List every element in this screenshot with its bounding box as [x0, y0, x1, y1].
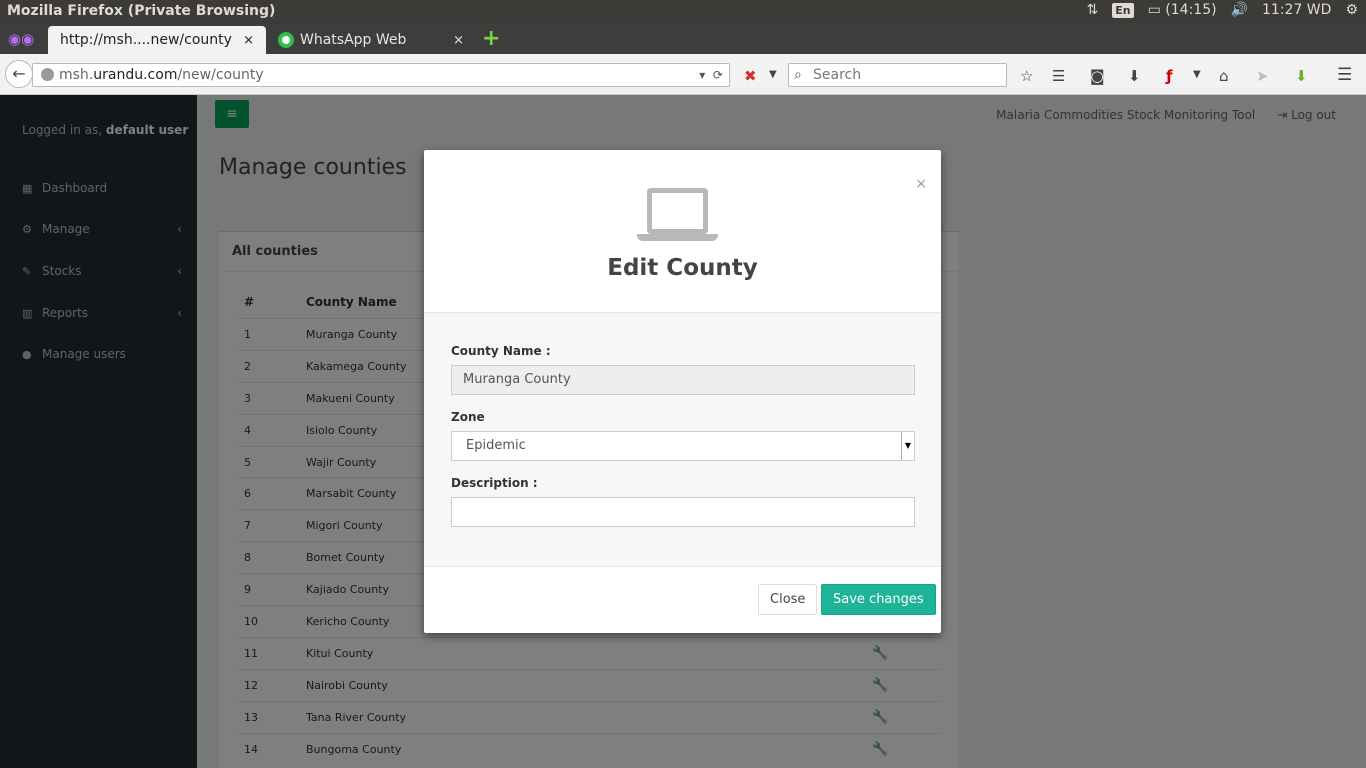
download-helper-icon[interactable]: ⬇: [1295, 67, 1308, 85]
battery-time: (14:15): [1165, 2, 1217, 18]
addon-dropdown-icon[interactable]: ▼: [769, 69, 777, 80]
addon-blocker-icon[interactable]: ✖: [744, 67, 757, 85]
window-title: Mozilla Firefox (Private Browsing): [7, 3, 276, 19]
share-icon[interactable]: ➤: [1256, 67, 1269, 85]
zone-label: Zone: [451, 410, 485, 424]
settings-gear-icon[interactable]: ⚙: [1345, 2, 1358, 18]
url-dropdown-reload-icons[interactable]: ▾ ⟳: [699, 64, 723, 86]
menu-hamburger-icon[interactable]: ☰: [1337, 65, 1352, 85]
description-field[interactable]: [451, 497, 915, 527]
tab-close-icon[interactable]: ×: [243, 33, 254, 48]
laptop-icon: [637, 188, 718, 242]
clock[interactable]: 11:27 WD: [1262, 2, 1331, 18]
bookmark-star-icon[interactable]: ☆: [1020, 67, 1033, 85]
search-icon: ⌕: [794, 67, 802, 83]
description-label: Description :: [451, 476, 538, 490]
url-path: /new/county: [177, 67, 264, 83]
zone-select[interactable]: Epidemic ▼: [451, 431, 915, 461]
os-indicators: ⇅ En ▭ (14:15) 🔊 11:27 WD ⚙: [1087, 2, 1358, 18]
flash-icon[interactable]: ƒ: [1166, 67, 1173, 85]
zone-selected-value: Epidemic: [466, 438, 526, 453]
url-bar[interactable]: msh.urandu.com/new/county ▾ ⟳: [32, 63, 730, 87]
keyboard-layout-indicator[interactable]: En: [1112, 2, 1134, 18]
pocket-icon[interactable]: ◙: [1090, 67, 1105, 85]
downloads-icon[interactable]: ⬇: [1128, 67, 1141, 85]
search-placeholder: Search: [813, 67, 862, 83]
back-button[interactable]: ←: [5, 60, 33, 88]
home-icon[interactable]: ⌂: [1219, 67, 1229, 85]
os-top-panel: Mozilla Firefox (Private Browsing) ⇅ En …: [0, 0, 1366, 24]
close-button[interactable]: Close: [758, 584, 818, 615]
private-browsing-mask-icon: ◉◉: [8, 30, 35, 48]
tab-bar: ◉◉ http://msh....new/county × WhatsApp W…: [0, 24, 1366, 54]
save-changes-button[interactable]: Save changes: [821, 584, 936, 615]
dropdown-arrow-icon[interactable]: ▼: [901, 432, 914, 460]
tab-label: WhatsApp Web: [300, 32, 407, 48]
tab-close-icon[interactable]: ×: [453, 33, 464, 48]
new-tab-plus-icon[interactable]: +: [482, 28, 500, 50]
navigation-toolbar: ← msh.urandu.com/new/county ▾ ⟳ ✖ ▼ ⌕ Se…: [0, 54, 1366, 95]
flash-dropdown-icon[interactable]: ▼: [1193, 69, 1201, 80]
modal-header: × Edit County: [424, 150, 941, 313]
modal-close-icon[interactable]: ×: [915, 176, 927, 192]
battery-indicator[interactable]: ▭ (14:15): [1148, 2, 1217, 18]
url-prefix: msh.: [59, 67, 94, 83]
whatsapp-icon: [278, 32, 294, 48]
reading-list-icon[interactable]: ☰: [1052, 67, 1065, 85]
county-name-field[interactable]: Muranga County: [451, 365, 915, 395]
tab-county[interactable]: http://msh....new/county ×: [48, 26, 266, 54]
globe-icon: [41, 68, 54, 81]
battery-icon: ▭: [1147, 2, 1161, 18]
modal-footer: Close Save changes: [424, 566, 941, 632]
tab-label: http://msh....new/county: [60, 32, 232, 48]
search-input[interactable]: ⌕ Search: [788, 63, 1007, 87]
tab-whatsapp[interactable]: WhatsApp Web ×: [266, 26, 476, 54]
modal-title: Edit County: [607, 255, 758, 281]
network-icon[interactable]: ⇅: [1087, 2, 1099, 18]
county-name-label: County Name :: [451, 344, 551, 358]
url-domain: urandu.com: [93, 67, 178, 83]
volume-icon[interactable]: 🔊: [1231, 2, 1248, 18]
edit-county-modal: × Edit County County Name : Muranga Coun…: [424, 150, 941, 633]
modal-body: County Name : Muranga County Zone Epidem…: [424, 313, 941, 566]
